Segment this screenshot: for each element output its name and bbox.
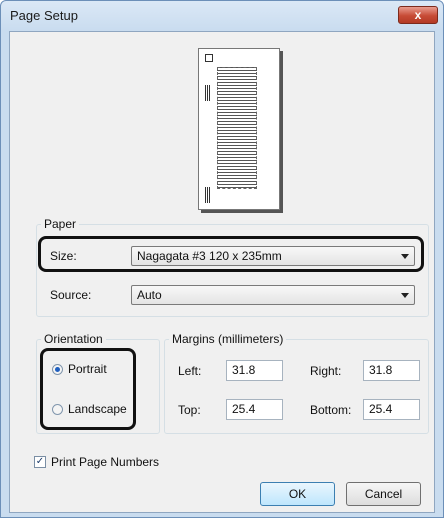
preview-margin-bars-bottom [205,187,210,203]
paper-legend: Paper [44,217,77,231]
title-bar[interactable]: Page Setup x [1,1,443,31]
orientation-legend: Orientation [44,332,103,346]
orientation-highlight-annotation [40,348,136,430]
dialog-client-area: Paper Size: Nagagata #3 120 x 235mm Sour… [9,31,435,513]
preview-text-area [217,67,257,189]
close-icon: x [414,8,422,22]
page-preview [198,48,280,210]
chevron-down-icon [401,293,409,298]
preview-margin-bars-top [205,85,210,101]
window-title: Page Setup [10,8,78,23]
close-button[interactable]: x [398,6,438,24]
margins-legend: Margins (millimeters) [172,332,284,346]
preview-corner-mark [205,54,213,62]
top-margin-label: Top: [178,403,201,417]
print-page-numbers-checkbox[interactable]: ✓ Print Page Numbers [34,455,159,469]
bottom-margin-label: Bottom: [310,403,352,417]
checkmark-icon: ✓ [34,456,46,468]
size-highlight-annotation [38,236,424,272]
source-label: Source: [50,288,92,302]
left-margin-label: Left: [178,364,202,378]
source-dropdown[interactable]: Auto [131,285,415,305]
cancel-button[interactable]: Cancel [346,482,421,506]
page-setup-window: Page Setup x Paper Size: Nagagata #3 120… [0,0,444,518]
left-margin-input[interactable]: 31.8 [226,360,283,381]
ok-button[interactable]: OK [260,482,335,506]
source-value: Auto [137,288,162,302]
right-margin-input[interactable]: 31.8 [363,360,420,381]
top-margin-input[interactable]: 25.4 [226,399,283,420]
bottom-margin-input[interactable]: 25.4 [363,399,420,420]
print-page-numbers-label: Print Page Numbers [51,455,160,469]
right-margin-label: Right: [310,364,342,378]
